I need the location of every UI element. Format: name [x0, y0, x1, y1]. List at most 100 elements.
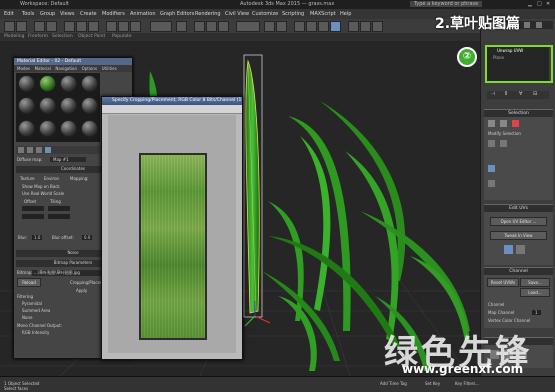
material-editor-icon[interactable]: [330, 21, 341, 32]
save-button[interactable]: Save...: [520, 278, 550, 287]
menu-views[interactable]: Views: [60, 11, 74, 17]
menu-navigation[interactable]: Navigation: [55, 65, 77, 72]
align-icon[interactable]: [276, 21, 287, 32]
sample-slot[interactable]: [60, 75, 77, 92]
channel-rollout-title[interactable]: Channel: [484, 268, 553, 275]
add-time-tag[interactable]: Add Time Tag: [380, 381, 407, 386]
curve-editor-icon[interactable]: [306, 21, 317, 32]
schematic-view-icon[interactable]: [318, 21, 329, 32]
close-icon[interactable]: ✕: [546, 1, 550, 7]
edge-select-icon[interactable]: [500, 120, 507, 127]
rotate-icon[interactable]: [118, 21, 129, 32]
bitmap-path-button[interactable]: ...\草叶贴图\草叶贴图.jpg: [32, 270, 102, 276]
menu-tools[interactable]: Tools: [22, 11, 34, 17]
polygon-select-icon[interactable]: [512, 120, 519, 127]
menu-customize[interactable]: Customize: [252, 11, 278, 17]
menu-modifiers[interactable]: Modifiers: [102, 11, 125, 17]
scale-icon[interactable]: [130, 21, 141, 32]
search-input[interactable]: Type a keyword or phrase: [410, 1, 483, 7]
show-map-in-viewport-icon[interactable]: [45, 147, 51, 153]
move-icon[interactable]: [106, 21, 117, 32]
use-real-world-checkbox[interactable]: Use Real-World Scale: [22, 191, 64, 196]
sample-slot[interactable]: [60, 97, 77, 114]
get-material-icon[interactable]: [18, 147, 24, 153]
shrink-selection-icon[interactable]: [500, 140, 507, 147]
make-unique-icon[interactable]: ∀: [519, 91, 522, 97]
selection-rollout-title[interactable]: Selection: [484, 110, 553, 117]
texture-canvas[interactable]: [108, 115, 236, 353]
grow-selection-icon[interactable]: [488, 140, 495, 147]
vertex-color-channel-radio[interactable]: Vertex Color Channel: [488, 318, 530, 323]
reload-button[interactable]: Reload: [17, 278, 41, 287]
sample-slot[interactable]: [60, 120, 77, 137]
render-icon[interactable]: [372, 21, 383, 32]
assign-material-icon[interactable]: [27, 147, 33, 153]
menu-graph-editors[interactable]: Graph Editors: [160, 11, 194, 17]
show-end-result-icon[interactable]: Ⅱ: [505, 91, 507, 97]
none-radio[interactable]: None: [22, 315, 32, 320]
select-object-icon[interactable]: [64, 21, 75, 32]
tab-selection[interactable]: Selection: [52, 34, 73, 39]
map-channel-spinner[interactable]: 1: [532, 310, 541, 315]
render-setup-icon[interactable]: [348, 21, 359, 32]
unlink-icon[interactable]: [46, 21, 57, 32]
vertex-select-icon[interactable]: [488, 120, 495, 127]
display-tab-icon[interactable]: [536, 22, 542, 28]
pin-stack-icon[interactable]: ⊣: [491, 91, 495, 97]
named-selection-dropdown[interactable]: [236, 21, 260, 32]
reset-uvws-button[interactable]: Reset UVWs: [487, 278, 519, 287]
map-channel-radio[interactable]: Map Channel: [488, 310, 514, 315]
snap-icon[interactable]: [194, 21, 205, 32]
link-icon[interactable]: [34, 21, 45, 32]
menu-create[interactable]: Create: [80, 11, 97, 17]
layer-manager-icon[interactable]: [294, 21, 305, 32]
blur-spinner[interactable]: 1.0: [32, 235, 43, 240]
sample-slot[interactable]: [81, 75, 98, 92]
menu-options[interactable]: Options: [82, 65, 97, 72]
remove-modifier-icon[interactable]: ⊟: [533, 91, 537, 97]
key-filters-button[interactable]: Key Filters...: [455, 381, 479, 386]
menu-animation[interactable]: Animation: [130, 11, 156, 17]
menu-edit[interactable]: Edit: [4, 11, 14, 17]
sample-slot[interactable]: [39, 120, 56, 137]
quick-planar-map-icon[interactable]: [504, 245, 513, 254]
v-tiling-spinner[interactable]: [48, 214, 70, 219]
menu-rendering[interactable]: Rendering: [195, 11, 221, 17]
menu-civil-view[interactable]: Civil View: [225, 11, 249, 17]
sample-slot[interactable]: [18, 120, 35, 137]
reference-coord-dropdown[interactable]: [150, 21, 172, 32]
menu-material[interactable]: Material: [35, 65, 51, 72]
maximize-icon[interactable]: □: [537, 1, 542, 7]
tab-object-paint[interactable]: Object Paint: [78, 34, 105, 39]
u-tiling-spinner[interactable]: [48, 206, 70, 211]
pivot-icon[interactable]: [176, 21, 187, 32]
pyramidal-radio[interactable]: Pyramidal: [22, 301, 42, 306]
load-button[interactable]: Load...: [520, 288, 550, 297]
workspace-label[interactable]: Workspace: Default: [20, 1, 69, 7]
sample-slot[interactable]: [81, 120, 98, 137]
texture-radio[interactable]: Texture: [20, 176, 35, 181]
apply-checkbox[interactable]: Apply: [76, 288, 87, 293]
mirror-icon[interactable]: [264, 21, 275, 32]
texture-window-title[interactable]: Specify Cropping/Placement, RGB Color 8 …: [102, 97, 242, 105]
edit-uvs-rollout-title[interactable]: Edit UVs: [484, 205, 553, 212]
sample-slot[interactable]: [39, 97, 56, 114]
select-by-element-icon[interactable]: [488, 165, 495, 172]
menu-modes[interactable]: Modes: [17, 65, 30, 72]
v-offset-spinner[interactable]: [22, 214, 44, 219]
rgb-intensity-radio[interactable]: RGB Intensity: [22, 330, 49, 335]
environ-radio[interactable]: Environ: [44, 176, 59, 181]
map-name-field[interactable]: Map #1: [50, 157, 86, 162]
open-uv-editor-button[interactable]: Open UV Editor ...: [490, 217, 547, 226]
motion-tab-icon[interactable]: [524, 22, 530, 28]
material-editor-title[interactable]: Material Editor - 02 - Default: [14, 58, 132, 65]
rect-selection-icon[interactable]: [88, 21, 99, 32]
reset-map-icon[interactable]: [36, 147, 42, 153]
set-key-button[interactable]: Set Key: [425, 381, 440, 386]
select-by-name-icon[interactable]: [76, 21, 87, 32]
menu-maxscript[interactable]: MAXScript: [310, 11, 336, 17]
rendered-frame-icon[interactable]: [360, 21, 371, 32]
undo-icon[interactable]: [4, 21, 15, 32]
menu-utilities[interactable]: Utilities: [102, 65, 117, 72]
menu-group[interactable]: Group: [40, 11, 55, 17]
